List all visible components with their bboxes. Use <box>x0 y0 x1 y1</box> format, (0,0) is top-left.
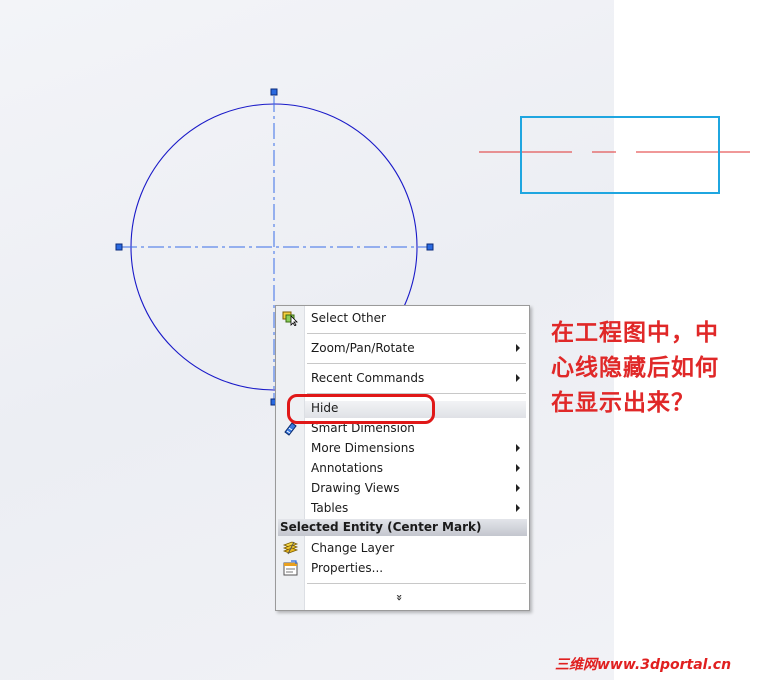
menu-item-drawing-views[interactable]: Drawing Views <box>277 478 528 498</box>
menu-item-zoom-pan-rotate[interactable]: Zoom/Pan/Rotate <box>277 338 528 358</box>
submenu-arrow-icon <box>516 484 520 492</box>
menu-item-select-other[interactable]: Select Other <box>277 308 528 328</box>
submenu-arrow-icon <box>516 444 520 452</box>
grip-handle-top[interactable] <box>270 88 278 96</box>
submenu-arrow-icon <box>516 344 520 352</box>
grip-handle-left[interactable] <box>115 243 123 251</box>
select-other-icon <box>282 310 299 327</box>
menu-item-more-dimensions[interactable]: More Dimensions <box>277 438 528 458</box>
grip-handle-right[interactable] <box>426 243 434 251</box>
highlight-box <box>520 116 720 194</box>
question-line: 心线隐藏后如何 <box>551 355 719 381</box>
menu-item-tables[interactable]: Tables <box>277 498 528 518</box>
properties-icon <box>282 560 299 576</box>
question-line: 在显示出来？ <box>551 390 695 416</box>
expand-menu-chevron-icon[interactable]: » <box>393 591 406 604</box>
menu-item-recent-commands[interactable]: Recent Commands <box>277 368 528 388</box>
menu-item-annotations[interactable]: Annotations <box>277 458 528 478</box>
menu-separator <box>307 333 526 334</box>
submenu-arrow-icon <box>516 464 520 472</box>
menu-item-properties[interactable]: Properties... <box>277 558 528 578</box>
menu-separator <box>307 363 526 364</box>
menu-section-header: Selected Entity (Center Mark) <box>278 519 527 536</box>
submenu-arrow-icon <box>516 504 520 512</box>
question-annotation: 在工程图中，中 心线隐藏后如何 在显示出来？ <box>551 316 771 421</box>
hide-highlight-ring <box>287 394 435 424</box>
menu-item-change-layer[interactable]: Change Layer <box>277 538 528 558</box>
change-layer-icon <box>282 540 299 556</box>
submenu-arrow-icon <box>516 374 520 382</box>
question-line: 在工程图中，中 <box>551 320 719 346</box>
watermark: 三维网www.3dportal.cn <box>555 657 732 673</box>
menu-separator <box>307 583 526 584</box>
context-menu: Select Other Zoom/Pan/Rotate Recent Comm… <box>275 305 530 611</box>
